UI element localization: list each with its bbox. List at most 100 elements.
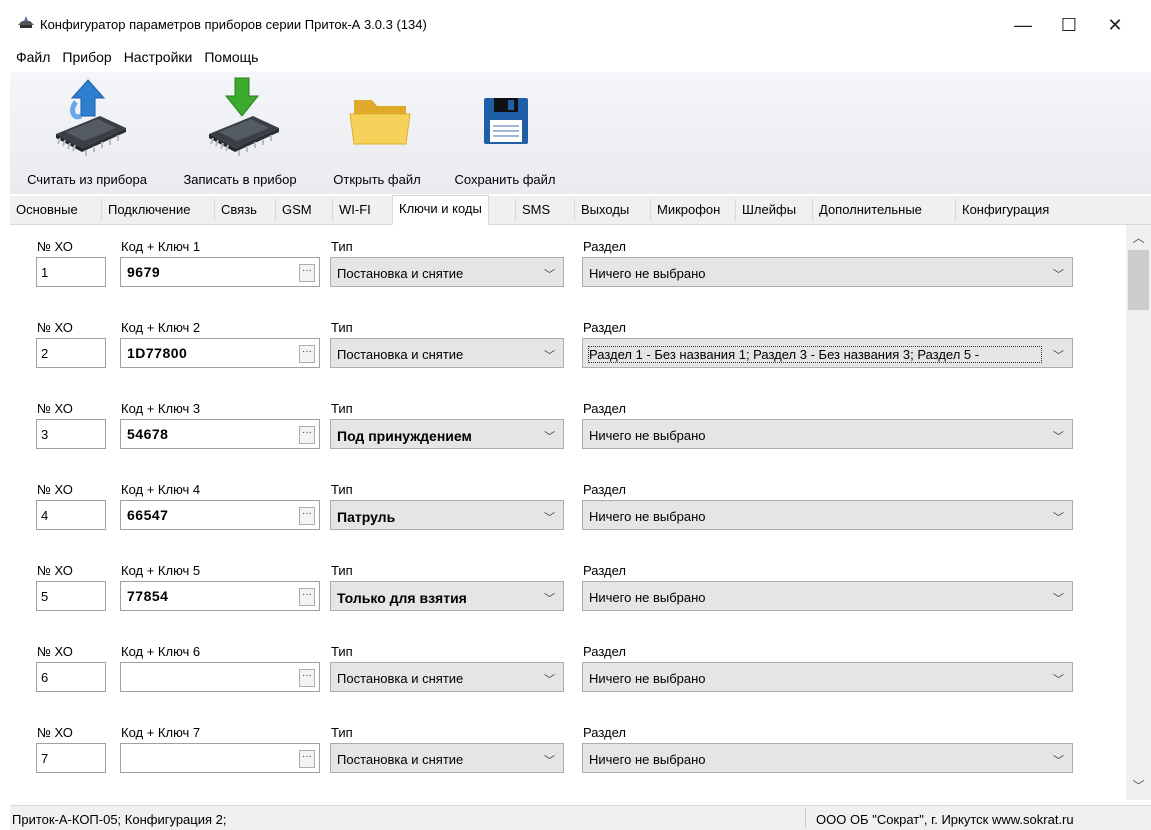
num-field[interactable]: 5 — [36, 581, 106, 611]
tab-keys-and-codes[interactable]: Ключи и коды — [392, 195, 489, 225]
type-select[interactable]: Постановка и снятие ﹀ — [330, 743, 564, 773]
tab-sms[interactable]: SMS — [515, 199, 557, 221]
section-select[interactable]: Раздел 1 - Без названия 1; Раздел 3 - Бе… — [582, 338, 1073, 368]
browse-button[interactable]: ··· — [299, 750, 315, 768]
type-select[interactable]: Постановка и снятие ﹀ — [330, 338, 564, 368]
section-select[interactable]: Ничего не выбрано ﹀ — [582, 662, 1073, 692]
num-field[interactable]: 6 — [36, 662, 106, 692]
section-label: Раздел — [583, 239, 626, 254]
read-from-device-label: Считать из прибора — [27, 172, 147, 187]
chevron-down-icon: ﹀ — [1053, 431, 1064, 443]
code-value: 1D77800 — [127, 345, 188, 361]
code-value: 66547 — [127, 507, 169, 523]
section-value: Раздел 1 - Без названия 1; Раздел 3 - Бе… — [588, 346, 1042, 363]
scroll-down-icon[interactable]: ﹀ — [1126, 777, 1151, 797]
section-select[interactable]: Ничего не выбрано ﹀ — [582, 419, 1073, 449]
type-label: Тип — [331, 725, 353, 740]
close-button[interactable]: ✕ — [1092, 10, 1138, 40]
tab-outputs[interactable]: Выходы — [574, 199, 636, 221]
save-file-button[interactable]: Сохранить файл — [442, 72, 568, 192]
type-value: Постановка и снятие — [337, 266, 464, 281]
tab-configuration[interactable]: Конфигурация — [955, 199, 1056, 221]
code-field[interactable]: 9679 ··· — [120, 257, 320, 287]
browse-button[interactable]: ··· — [299, 264, 315, 282]
code-field[interactable]: 1D77800 ··· — [120, 338, 320, 368]
menu-file[interactable]: Файл — [10, 46, 56, 68]
menu-help[interactable]: Помощь — [198, 46, 264, 68]
code-label: Код + Ключ 4 — [121, 482, 201, 497]
open-file-button[interactable]: Открыть файл — [322, 72, 432, 192]
scrollbar-thumb[interactable] — [1128, 250, 1149, 310]
minimize-icon: — — [1014, 14, 1032, 35]
num-label: № ХО — [37, 644, 73, 659]
maximize-button[interactable]: ☐ — [1046, 10, 1092, 40]
browse-button[interactable]: ··· — [299, 507, 315, 525]
num-field[interactable]: 1 — [36, 257, 106, 287]
browse-button[interactable]: ··· — [299, 669, 315, 687]
code-field[interactable]: 77854 ··· — [120, 581, 320, 611]
num-label: № ХО — [37, 320, 73, 335]
key-row: № ХО Код + Ключ 7 Тип Раздел 7 ··· Поста… — [10, 725, 1126, 805]
menu-device[interactable]: Прибор — [56, 46, 117, 68]
tab-wifi[interactable]: WI-FI — [332, 199, 377, 221]
section-select[interactable]: Ничего не выбрано ﹀ — [582, 581, 1073, 611]
chevron-down-icon: ﹀ — [1053, 269, 1064, 281]
type-label: Тип — [331, 482, 353, 497]
key-row: № ХО Код + Ключ 1 Тип Раздел 1 9679 ··· П… — [10, 239, 1126, 319]
num-field[interactable]: 2 — [36, 338, 106, 368]
tab-loops[interactable]: Шлейфы — [735, 199, 803, 221]
type-label: Тип — [331, 239, 353, 254]
section-label: Раздел — [583, 563, 626, 578]
title-bar: Конфигуратор параметров приборов серии П… — [10, 0, 1151, 40]
status-device: Приток-А-КОП-05; Конфигурация 2; — [12, 812, 227, 827]
code-label: Код + Ключ 1 — [121, 239, 201, 254]
tab-main[interactable]: Основные — [10, 199, 84, 221]
section-select[interactable]: Ничего не выбрано ﹀ — [582, 257, 1073, 287]
type-select[interactable]: Только для взятия ﹀ — [330, 581, 564, 611]
code-label: Код + Ключ 7 — [121, 725, 201, 740]
browse-button[interactable]: ··· — [299, 588, 315, 606]
code-field[interactable]: 54678 ··· — [120, 419, 320, 449]
section-select[interactable]: Ничего не выбрано ﹀ — [582, 743, 1073, 773]
type-select[interactable]: Постановка и снятие ﹀ — [330, 662, 564, 692]
num-value: 6 — [41, 670, 49, 685]
tab-link[interactable]: Связь — [214, 199, 263, 221]
code-field[interactable]: 66547 ··· — [120, 500, 320, 530]
num-label: № ХО — [37, 401, 73, 416]
num-value: 3 — [41, 427, 49, 442]
type-select[interactable]: Патруль ﹀ — [330, 500, 564, 530]
chevron-down-icon: ﹀ — [1053, 350, 1064, 362]
num-field[interactable]: 3 — [36, 419, 106, 449]
code-field[interactable]: ··· — [120, 662, 320, 692]
code-label: Код + Ключ 2 — [121, 320, 201, 335]
section-select[interactable]: Ничего не выбрано ﹀ — [582, 500, 1073, 530]
write-to-device-button[interactable]: Записать в прибор — [165, 72, 315, 192]
section-label: Раздел — [583, 482, 626, 497]
scroll-up-icon[interactable]: ︿ — [1126, 229, 1151, 249]
num-field[interactable]: 4 — [36, 500, 106, 530]
code-value: 54678 — [127, 426, 169, 442]
read-from-device-button[interactable]: Считать из прибора — [12, 72, 162, 192]
num-value: 2 — [41, 346, 49, 361]
type-select[interactable]: Под принуждением ﹀ — [330, 419, 564, 449]
type-label: Тип — [331, 563, 353, 578]
num-value: 1 — [41, 265, 49, 280]
browse-button[interactable]: ··· — [299, 345, 315, 363]
vertical-scrollbar[interactable]: ︿ ﹀ — [1126, 225, 1151, 800]
type-value: Постановка и снятие — [337, 671, 464, 686]
num-value: 7 — [41, 751, 49, 766]
chevron-down-icon: ﹀ — [544, 593, 555, 605]
tab-microphone[interactable]: Микрофон — [650, 199, 727, 221]
key-row: № ХО Код + Ключ 4 Тип Раздел 4 66547 ··· … — [10, 482, 1126, 562]
browse-button[interactable]: ··· — [299, 426, 315, 444]
section-value: Ничего не выбрано — [589, 752, 706, 767]
code-field[interactable]: ··· — [120, 743, 320, 773]
type-select[interactable]: Постановка и снятие ﹀ — [330, 257, 564, 287]
menu-settings[interactable]: Настройки — [118, 46, 199, 68]
num-field[interactable]: 7 — [36, 743, 106, 773]
tab-additional[interactable]: Дополнительные — [812, 199, 928, 221]
tab-gsm[interactable]: GSM — [275, 199, 318, 221]
section-value: Ничего не выбрано — [589, 266, 706, 281]
minimize-button[interactable]: — — [1000, 10, 1046, 40]
tab-connection[interactable]: Подключение — [101, 199, 197, 221]
